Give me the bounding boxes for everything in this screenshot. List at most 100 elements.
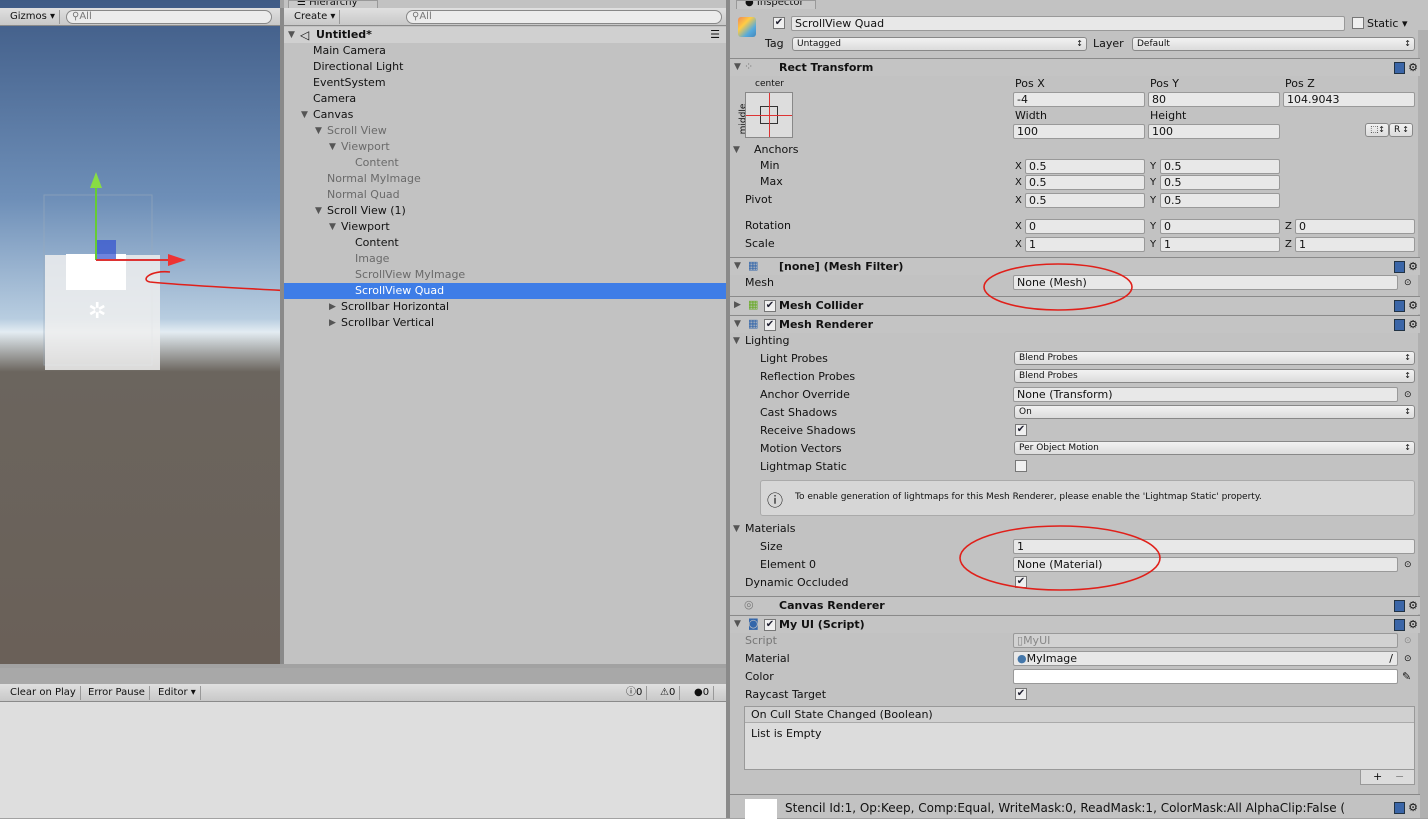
anchors-foldout-arrow[interactable]: ▼ — [733, 143, 740, 157]
error-toggle[interactable]: ●0 — [690, 686, 715, 700]
scale-y-input[interactable]: 1 — [1160, 237, 1280, 252]
raw-edit-button[interactable]: R — [1389, 123, 1413, 137]
mesh-collider-enabled-checkbox[interactable]: ✔ — [764, 300, 776, 312]
pos-x-input[interactable]: -4 — [1013, 92, 1145, 107]
anchor-preset-button[interactable] — [745, 92, 793, 138]
lighting-foldout-arrow[interactable]: ▼ — [733, 334, 740, 348]
remove-listener-button[interactable]: − — [1395, 770, 1404, 783]
light-probes-dropdown[interactable]: Blend Probes — [1014, 351, 1415, 365]
material-field[interactable]: ●MyImage / — [1013, 651, 1398, 666]
rot-y-input[interactable]: 0 — [1160, 219, 1280, 234]
hierarchy-item[interactable]: ▼ Scroll View — [284, 123, 726, 139]
hierarchy-item[interactable]: Content — [284, 155, 726, 171]
lighting-foldout[interactable]: Lighting — [745, 334, 789, 348]
width-input[interactable]: 100 — [1013, 124, 1145, 139]
scale-z-input[interactable]: 1 — [1295, 237, 1415, 252]
my-ui-script-header[interactable]: ▼ ◙ ✔ My UI (Script) ⚙ — [730, 615, 1420, 633]
rot-z-input[interactable]: 0 — [1295, 219, 1415, 234]
hierarchy-item[interactable]: ▼ Viewport — [284, 219, 726, 235]
hierarchy-item[interactable]: ▼ Scroll View (1) — [284, 203, 726, 219]
object-picker-icon[interactable]: ⊙ — [1404, 388, 1412, 402]
mesh-renderer-header[interactable]: ▼ ▦ ✔ Mesh Renderer ⚙ — [730, 315, 1420, 333]
materials-foldout[interactable]: Materials — [745, 522, 795, 536]
hierarchy-search-input[interactable]: ⚲All — [406, 10, 722, 24]
hierarchy-item[interactable]: Image — [284, 251, 726, 267]
eyedropper-icon[interactable]: ✎ — [1402, 670, 1411, 684]
create-dropdown[interactable]: Create ▾ — [290, 10, 341, 24]
expand-arrow-icon[interactable]: ▼ — [288, 27, 295, 43]
pivot-y-input[interactable]: 0.5 — [1160, 193, 1280, 208]
help-icon[interactable] — [1394, 261, 1406, 273]
layer-dropdown[interactable]: Default — [1132, 37, 1415, 51]
scene-row[interactable]: ▼ ◁ Untitled* ☰ — [284, 27, 726, 43]
dynamic-occluded-checkbox[interactable]: ✔ — [1015, 576, 1027, 588]
expanded-arrow-icon[interactable]: ▼ — [315, 203, 322, 219]
receive-shadows-checkbox[interactable]: ✔ — [1015, 424, 1027, 436]
inspector-scrollbar[interactable] — [1418, 30, 1428, 818]
hierarchy-item[interactable]: ▶ Scrollbar Horizontal — [284, 299, 726, 315]
anchor-override-field[interactable]: None (Transform) — [1013, 387, 1398, 402]
rot-x-input[interactable]: 0 — [1025, 219, 1145, 234]
hierarchy-item[interactable]: ScrollView Quad — [284, 283, 726, 299]
min-x-input[interactable]: 0.5 — [1025, 159, 1145, 174]
help-icon[interactable] — [1394, 300, 1406, 312]
element0-field[interactable]: None (Material) — [1013, 557, 1398, 572]
pos-z-input[interactable]: 104.9043 — [1283, 92, 1415, 107]
mesh-field[interactable]: None (Mesh) — [1013, 275, 1398, 290]
max-y-input[interactable]: 0.5 — [1160, 175, 1280, 190]
gear-icon[interactable]: ⚙ — [1408, 299, 1418, 312]
mesh-collider-header[interactable]: ▶ ▦ ✔ Mesh Collider ⚙ — [730, 296, 1420, 314]
height-input[interactable]: 100 — [1148, 124, 1280, 139]
help-icon[interactable] — [1394, 600, 1406, 612]
raycast-target-checkbox[interactable]: ✔ — [1015, 688, 1027, 700]
material-preview-header[interactable]: Stencil Id:1, Op:Keep, Comp:Equal, Write… — [730, 794, 1420, 819]
scene-menu-icon[interactable]: ☰ — [710, 27, 720, 43]
max-x-input[interactable]: 0.5 — [1025, 175, 1145, 190]
help-icon[interactable] — [1394, 319, 1406, 331]
gear-icon[interactable]: ⚙ — [1408, 618, 1418, 631]
collapsed-arrow-icon[interactable]: ▶ — [329, 299, 336, 315]
hierarchy-item[interactable]: ScrollView MyImage — [284, 267, 726, 283]
color-field[interactable] — [1013, 669, 1398, 684]
pos-y-input[interactable]: 80 — [1148, 92, 1280, 107]
expanded-arrow-icon[interactable]: ▼ — [329, 139, 336, 155]
hierarchy-item[interactable]: Main Camera — [284, 43, 726, 59]
hierarchy-item[interactable]: EventSystem — [284, 75, 726, 91]
hierarchy-item[interactable]: Camera — [284, 91, 726, 107]
object-name-input[interactable]: ScrollView Quad — [791, 16, 1345, 31]
motion-vectors-dropdown[interactable]: Per Object Motion — [1014, 441, 1415, 455]
gear-icon[interactable]: ⚙ — [1408, 260, 1418, 273]
mesh-filter-header[interactable]: ▼ ▦ [none] (Mesh Filter) ⚙ — [730, 257, 1420, 275]
help-icon[interactable] — [1394, 619, 1406, 631]
warning-toggle[interactable]: ⚠0 — [656, 686, 681, 700]
my-ui-enabled-checkbox[interactable]: ✔ — [764, 619, 776, 631]
static-checkbox[interactable] — [1352, 17, 1364, 29]
pivot-x-input[interactable]: 0.5 — [1025, 193, 1145, 208]
edit-icon[interactable]: / — [1389, 652, 1393, 665]
hierarchy-item[interactable]: Content — [284, 235, 726, 251]
gear-icon[interactable]: ⚙ — [1408, 318, 1418, 331]
reflection-probes-dropdown[interactable]: Blend Probes — [1014, 369, 1415, 383]
hierarchy-item[interactable]: Normal Quad — [284, 187, 726, 203]
object-picker-icon[interactable]: ⊙ — [1404, 652, 1412, 666]
expanded-arrow-icon[interactable]: ▼ — [329, 219, 336, 235]
editor-dropdown[interactable]: Editor ▾ — [154, 686, 201, 700]
materials-size-input[interactable]: 1 — [1013, 539, 1415, 554]
help-icon[interactable] — [1394, 62, 1406, 74]
active-checkbox[interactable]: ✔ — [773, 17, 785, 29]
hierarchy-item[interactable]: ▶ Scrollbar Vertical — [284, 315, 726, 331]
hierarchy-item[interactable]: Directional Light — [284, 59, 726, 75]
gear-icon[interactable]: ⚙ — [1408, 599, 1418, 612]
object-picker-icon[interactable]: ⊙ — [1404, 558, 1412, 572]
hierarchy-item[interactable]: ▼ Canvas — [284, 107, 726, 123]
tag-dropdown[interactable]: Untagged — [792, 37, 1087, 51]
rect-transform-header[interactable]: ▼ ⁘ Rect Transform ⚙ — [730, 58, 1420, 76]
help-icon[interactable] — [1394, 802, 1406, 814]
hierarchy-item[interactable]: ▼ Viewport — [284, 139, 726, 155]
expanded-arrow-icon[interactable]: ▼ — [301, 107, 308, 123]
move-plane-handle[interactable] — [96, 240, 116, 260]
cast-shadows-dropdown[interactable]: On — [1014, 405, 1415, 419]
hierarchy-item[interactable]: Normal MyImage — [284, 171, 726, 187]
lightmap-static-checkbox[interactable] — [1015, 460, 1027, 472]
gear-icon[interactable]: ⚙ — [1408, 61, 1418, 74]
